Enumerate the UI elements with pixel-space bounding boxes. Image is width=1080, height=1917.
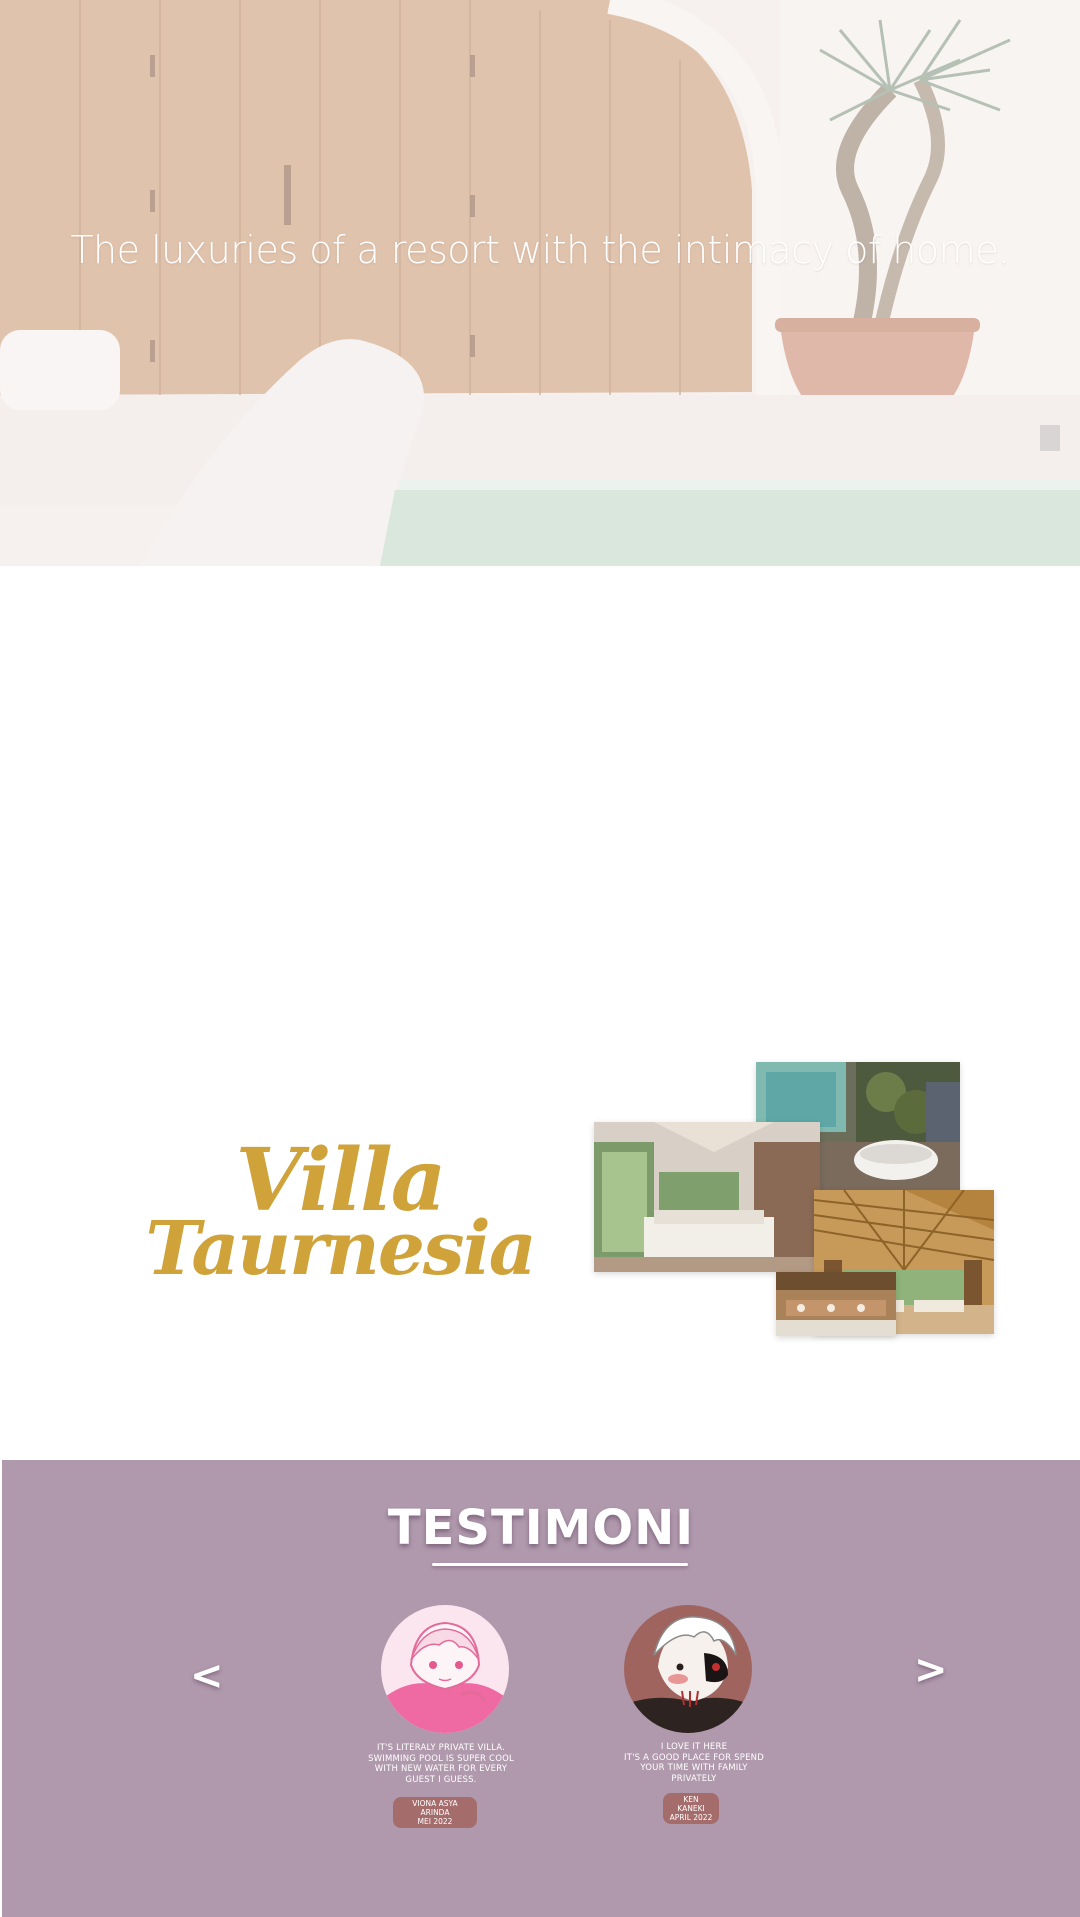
testimonial-quote-2: I LOVE IT HERE IT'S A GOOD PLACE FOR SPE…	[624, 1742, 764, 1784]
reviewer-name-badge-2: KEN KANEKI APRIL 2022	[663, 1793, 719, 1824]
hero-banner: The luxuries of a resort with the intima…	[0, 0, 1080, 566]
carousel-prev-button[interactable]: <	[190, 1653, 224, 1699]
carousel-next-button[interactable]: >	[914, 1647, 948, 1693]
villa-photo-collage	[590, 1060, 1000, 1340]
testimonial-title: TESTIMONI	[387, 1500, 695, 1556]
hero-tagline: The luxuries of a resort with the intima…	[70, 228, 1010, 272]
villa-logo-line2: Taurnesia	[145, 1206, 536, 1292]
bedroom-photo	[594, 1122, 820, 1272]
testimonial-title-underline	[432, 1563, 688, 1566]
dining-photo	[776, 1272, 896, 1336]
chevron-left-icon: <	[190, 1653, 224, 1699]
villa-logo: Villa Taurnesia	[130, 1120, 550, 1300]
hero-photo	[0, 0, 1080, 566]
testimonial-section: TESTIMONI < > IT'S LITERALY PRIVATE VILL…	[2, 1460, 1080, 1917]
chevron-right-icon: >	[914, 1647, 948, 1693]
testimonial-quote-1: IT'S LITERALY PRIVATE VILLA. SWIMMING PO…	[368, 1743, 514, 1785]
reviewer-name-badge-1: VIONA ASYA ARINDA MEI 2022	[393, 1797, 477, 1828]
reviewer-avatar-1	[381, 1605, 509, 1733]
page: The luxuries of a resort with the intima…	[0, 0, 1080, 1917]
reviewer-avatar-2	[624, 1605, 752, 1733]
